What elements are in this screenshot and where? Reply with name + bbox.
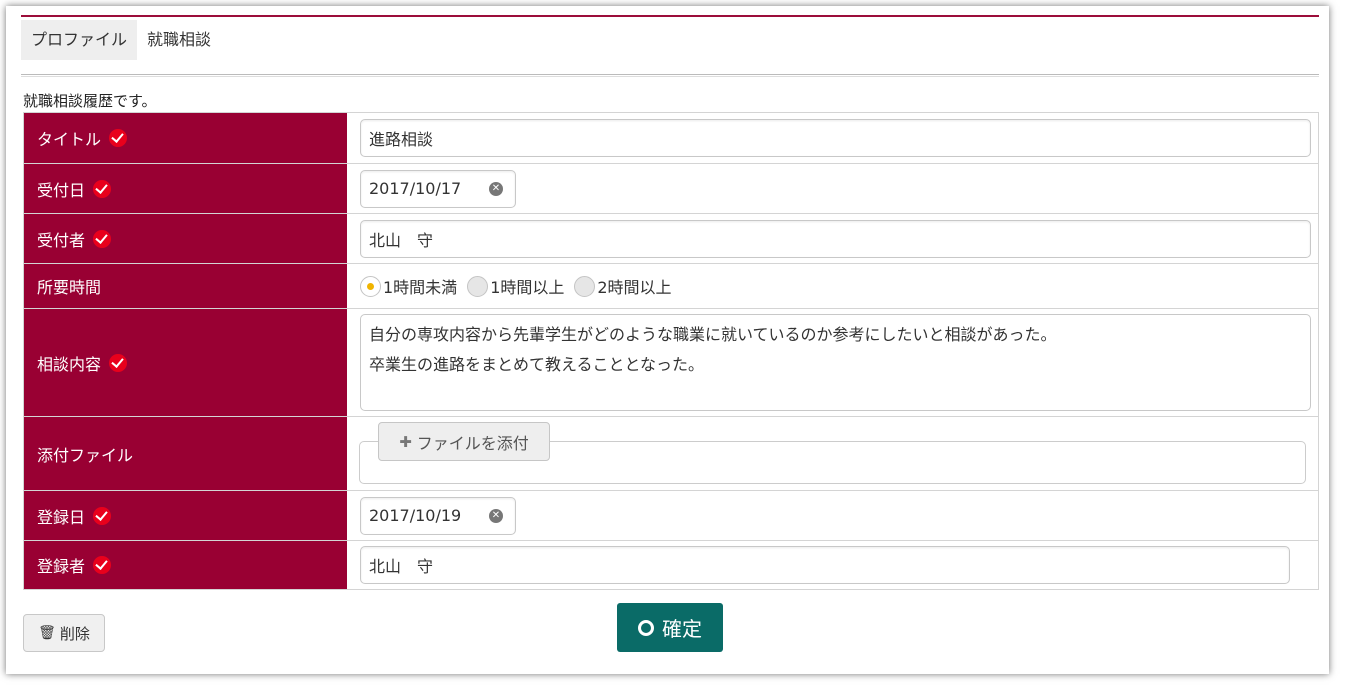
field-title: 進路相談 xyxy=(347,113,1318,163)
field-content: 自分の専攻内容から先輩学生がどのような職業に就いているのか参考にしたいと相談があ… xyxy=(347,309,1318,416)
form-panel: プロファイル 就職相談 就職相談履歴です。 タイトル 進路相談 受付日 2017… xyxy=(6,6,1329,674)
radio-selected[interactable] xyxy=(360,275,381,297)
title-input[interactable]: 進路相談 xyxy=(360,119,1311,157)
duration-option-under-1h[interactable]: 1時間未満 xyxy=(360,274,457,298)
field-registrant: 北山 守 xyxy=(347,541,1318,589)
row-title: タイトル 進路相談 xyxy=(24,113,1318,163)
reception-date-value: 2017/10/17 xyxy=(369,179,462,198)
label-receptionist: 受付者 xyxy=(24,214,347,263)
ring-icon xyxy=(638,619,654,636)
delete-label: 削除 xyxy=(59,624,90,643)
field-duration: 1時間未満 1時間以上 2時間以上 xyxy=(347,264,1318,308)
clear-icon[interactable]: ✕ xyxy=(489,181,503,196)
section-description: 就職相談履歴です。 xyxy=(23,92,157,110)
label-text: 所要時間 xyxy=(37,278,102,297)
registrant-input[interactable]: 北山 守 xyxy=(360,546,1290,584)
label-attachment: 添付ファイル xyxy=(24,417,347,490)
label-reception-date: 受付日 xyxy=(24,164,347,213)
required-check-icon xyxy=(93,179,112,198)
receptionist-input[interactable]: 北山 守 xyxy=(360,219,1311,258)
field-receptionist: 北山 守 xyxy=(347,214,1318,263)
label-title: タイトル xyxy=(24,113,347,163)
required-check-icon xyxy=(109,129,128,147)
label-text: 添付ファイル xyxy=(37,445,134,465)
required-check-icon xyxy=(109,353,128,372)
attach-file-button[interactable]: ✚ ファイルを添付 xyxy=(378,422,550,461)
label-text: 相談内容 xyxy=(37,354,102,374)
radio-label: 2時間以上 xyxy=(597,278,672,297)
duration-option-1h-plus[interactable]: 1時間以上 xyxy=(467,274,564,298)
consultation-form: タイトル 進路相談 受付日 2017/10/17 ✕ 受付者 北山 守 所要時間… xyxy=(23,112,1319,590)
label-content: 相談内容 xyxy=(24,309,347,416)
label-text: 登録日 xyxy=(37,507,86,527)
label-registration-date: 登録日 xyxy=(24,491,347,540)
delete-button[interactable]: 🗑 削除 xyxy=(23,614,105,652)
separator xyxy=(21,74,1319,77)
field-attachment: ✚ ファイルを添付 xyxy=(347,417,1318,490)
content-line: 自分の専攻内容から先輩学生がどのような職業に就いているのか参考にしたいと相談があ… xyxy=(369,325,1057,344)
row-receptionist: 受付者 北山 守 xyxy=(24,213,1318,263)
radio-unselected[interactable] xyxy=(574,275,596,297)
row-reception-date: 受付日 2017/10/17 ✕ xyxy=(24,163,1318,213)
label-text: 登録者 xyxy=(37,557,86,576)
registration-date-input[interactable]: 2017/10/19 ✕ xyxy=(360,496,516,535)
radio-label: 1時間未満 xyxy=(383,278,458,297)
tab-profile[interactable]: プロファイル xyxy=(21,20,138,60)
required-check-icon xyxy=(93,556,112,574)
radio-label: 1時間以上 xyxy=(490,278,565,297)
trash-icon: 🗑 xyxy=(38,625,56,641)
field-registration-date: 2017/10/19 ✕ xyxy=(347,491,1318,540)
top-accent-line xyxy=(21,15,1319,17)
required-check-icon xyxy=(93,506,112,525)
radio-unselected[interactable] xyxy=(467,275,489,297)
tab-bar: プロファイル 就職相談 xyxy=(21,20,221,60)
confirm-label: 確定 xyxy=(662,617,702,641)
label-duration: 所要時間 xyxy=(24,264,347,308)
required-check-icon xyxy=(93,229,112,248)
row-duration: 所要時間 1時間未満 1時間以上 2時間以上 xyxy=(24,263,1318,308)
row-content: 相談内容 自分の専攻内容から先輩学生がどのような職業に就いているのか参考にしたい… xyxy=(24,308,1318,416)
row-attachment: 添付ファイル ✚ ファイルを添付 xyxy=(24,416,1318,490)
field-reception-date: 2017/10/17 ✕ xyxy=(347,164,1318,213)
reception-date-input[interactable]: 2017/10/17 ✕ xyxy=(360,169,516,208)
duration-option-2h-plus[interactable]: 2時間以上 xyxy=(574,274,672,298)
label-text: タイトル xyxy=(37,130,102,149)
label-text: 受付日 xyxy=(37,180,86,200)
duration-radio-group: 1時間未満 1時間以上 2時間以上 xyxy=(360,274,682,298)
row-registration-date: 登録日 2017/10/19 ✕ xyxy=(24,490,1318,540)
row-registrant: 登録者 北山 守 xyxy=(24,540,1318,589)
label-text: 受付者 xyxy=(37,230,86,250)
tab-career-consultation[interactable]: 就職相談 xyxy=(137,20,221,60)
plus-icon: ✚ xyxy=(399,432,412,451)
content-textarea[interactable]: 自分の専攻内容から先輩学生がどのような職業に就いているのか参考にしたいと相談があ… xyxy=(360,314,1311,411)
registration-date-value: 2017/10/19 xyxy=(369,506,462,525)
label-registrant: 登録者 xyxy=(24,541,347,589)
attach-file-label: ファイルを添付 xyxy=(416,433,529,453)
content-line: 卒業生の進路をまとめて教えることとなった。 xyxy=(369,355,705,374)
clear-icon[interactable]: ✕ xyxy=(489,508,503,523)
confirm-button[interactable]: 確定 xyxy=(617,603,723,652)
